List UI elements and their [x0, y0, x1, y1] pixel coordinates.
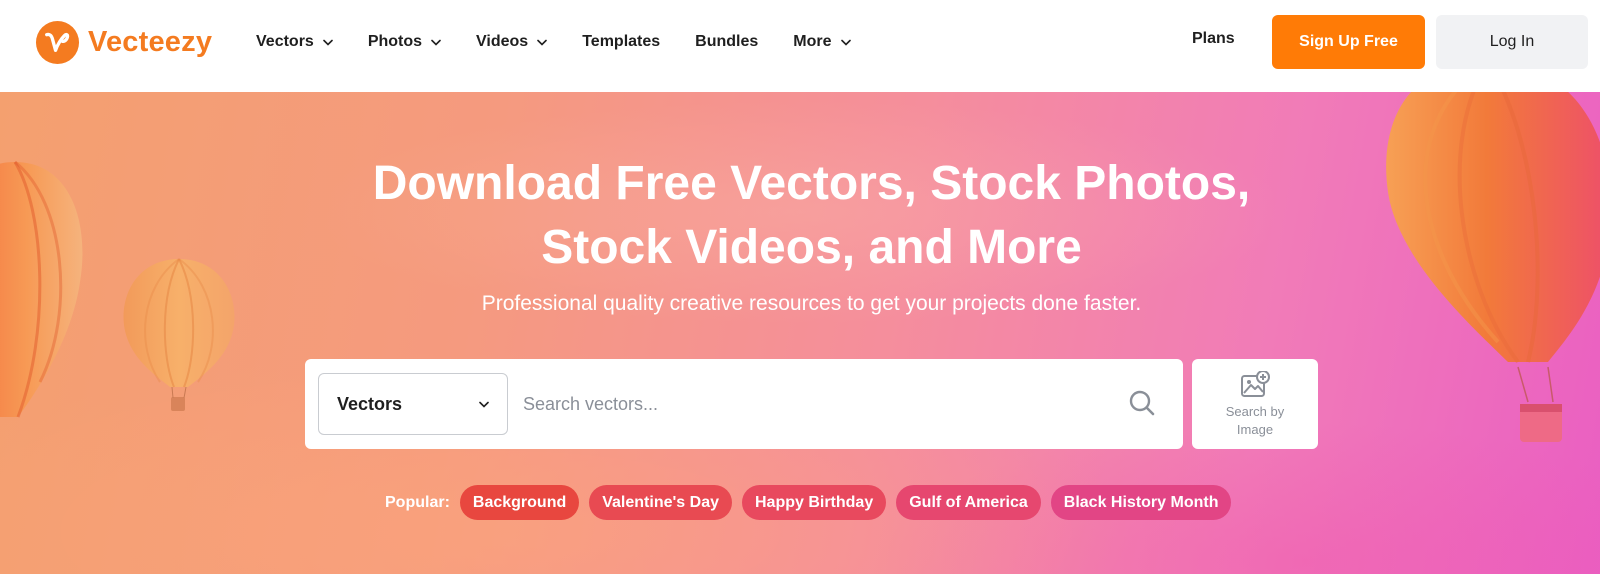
- popular-tag[interactable]: Black History Month: [1050, 485, 1232, 520]
- vecteezy-logo-icon: [35, 20, 80, 64]
- chevron-down-icon: [537, 39, 548, 46]
- image-add-icon: [1241, 371, 1270, 397]
- search-input[interactable]: [515, 373, 1105, 435]
- nav-label: Photos: [367, 33, 423, 50]
- search-icon[interactable]: [1128, 389, 1156, 417]
- hero-subtitle: Professional quality creative resources …: [481, 292, 1142, 315]
- log-in-button[interactable]: Log In: [1436, 15, 1588, 69]
- search-bar: Vectors: [305, 359, 1183, 449]
- nav-label: Vectors: [256, 33, 314, 50]
- popular-tags: Background Valentine's Day Happy Birthday G…: [459, 485, 1242, 520]
- hero-section: Download Free Vectors, Stock Photos, Sto…: [0, 92, 1600, 574]
- sign-up-button[interactable]: Sign Up Free: [1272, 15, 1425, 69]
- chevron-down-icon: [323, 39, 333, 46]
- nav-label: Templates: [582, 33, 661, 50]
- hot-air-balloon-image: [123, 258, 235, 411]
- brand-name: Vecteezy: [88, 25, 213, 58]
- chevron-down-icon: [840, 39, 851, 46]
- chevron-down-icon: [431, 39, 441, 46]
- popular-searches: Popular: Background Valentine's Day Happy …: [385, 485, 1241, 520]
- nav-label: Videos: [476, 33, 529, 50]
- site-header: Vecteezy Vectors Photos Videos Templates…: [0, 0, 1600, 92]
- popular-tag[interactable]: Valentine's Day: [589, 485, 732, 520]
- popular-label: Popular:: [385, 493, 450, 511]
- nav-videos[interactable]: Videos: [476, 33, 548, 51]
- nav-bundles[interactable]: Bundles: [695, 33, 758, 51]
- popular-tag[interactable]: Gulf of America: [896, 485, 1041, 520]
- nav-vectors[interactable]: Vectors: [256, 33, 333, 51]
- hero-title-line: Stock Videos, and More: [541, 221, 1082, 274]
- plans-link[interactable]: Plans: [1192, 30, 1235, 48]
- logo[interactable]: Vecteezy: [35, 19, 212, 65]
- search-by-image-button[interactable]: Search by Image: [1192, 359, 1318, 449]
- asset-type-value: Vectors: [337, 393, 403, 414]
- nav-more[interactable]: More: [793, 33, 851, 51]
- search-by-image-label: Search by Image: [1225, 404, 1285, 437]
- hero-title-line: Download Free Vectors, Stock Photos,: [372, 157, 1251, 210]
- main-nav: Vectors Photos Videos Templates Bundles …: [256, 30, 886, 54]
- nav-templates[interactable]: Templates: [582, 33, 660, 51]
- popular-tag[interactable]: Happy Birthday: [741, 485, 887, 520]
- nav-label: More: [793, 33, 832, 50]
- chevron-down-icon: [479, 401, 489, 408]
- nav-photos[interactable]: Photos: [368, 33, 441, 51]
- hero-title: Download Free Vectors, Stock Photos, Sto…: [0, 152, 1600, 280]
- popular-tag[interactable]: Background: [459, 485, 580, 520]
- asset-type-select[interactable]: Vectors: [318, 373, 508, 435]
- nav-label: Bundles: [695, 33, 759, 50]
